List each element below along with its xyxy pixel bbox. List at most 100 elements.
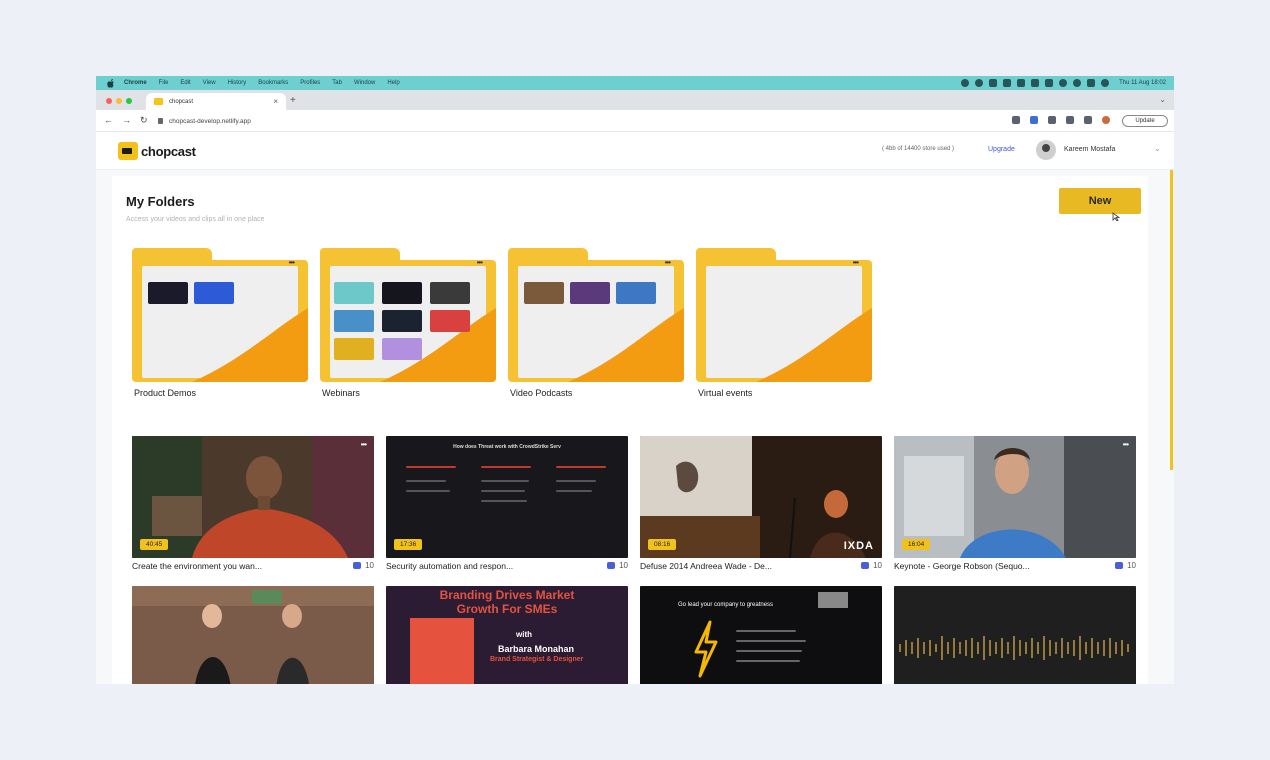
screen-icon[interactable]	[989, 79, 998, 87]
browser-tab[interactable]: chopcast ×	[146, 93, 286, 110]
share-icon[interactable]	[1012, 116, 1020, 124]
view-count-value: 10	[873, 561, 882, 570]
folder-card[interactable]: ••• Virtual events	[696, 248, 872, 398]
slide-line	[481, 500, 527, 502]
video-still	[132, 436, 374, 558]
bookmark-star-icon[interactable]	[1030, 116, 1038, 124]
more-options-icon[interactable]: •••	[665, 258, 671, 267]
profile-icon[interactable]	[1102, 116, 1110, 124]
more-options-icon[interactable]: •••	[477, 258, 483, 267]
chevron-down-icon[interactable]: ⌄	[1159, 95, 1166, 104]
view-count-value: 10	[619, 561, 628, 570]
avatar[interactable]	[1036, 140, 1056, 160]
speaker-role: Brand Strategist & Designer	[490, 656, 584, 663]
video-title[interactable]: Security automation and respon...	[386, 561, 586, 571]
video-thumbnail[interactable]: IXDA 08:16	[640, 436, 882, 558]
folder-card[interactable]: ••• Product Demos	[132, 248, 308, 398]
duration-badge: 17:36	[394, 539, 423, 550]
video-thumbnail[interactable]: Branding Drives Market Growth For SMEs w…	[386, 586, 628, 684]
menu-history[interactable]: History	[228, 80, 247, 86]
folder-card[interactable]: ••• Webinars	[320, 248, 496, 398]
reload-icon[interactable]: ↻	[140, 115, 148, 126]
slide-heading-line2: Growth For SMEs	[456, 602, 558, 616]
address-bar: ← → ↻ chopcast-develop.netlify.app Updat…	[96, 110, 1174, 132]
video-thumbnail[interactable]: 16:04 •••	[894, 436, 1136, 558]
mac-menu-bar: Chrome File Edit View History Bookmarks …	[96, 76, 1174, 90]
video-thumbnail[interactable]	[132, 586, 374, 684]
record-icon[interactable]	[961, 79, 970, 87]
folder-thumbnail	[382, 310, 422, 332]
folder-body	[132, 260, 308, 382]
wifi-icon[interactable]	[1059, 79, 1068, 87]
keyboard-icon[interactable]	[1003, 79, 1012, 87]
screen: Chrome File Edit View History Bookmarks …	[96, 76, 1174, 684]
video-thumbnail[interactable]: Go lead your company to greatness	[640, 586, 882, 684]
battery-icon[interactable]	[1031, 79, 1040, 87]
slide-line	[736, 630, 796, 632]
upgrade-link[interactable]: Upgrade	[988, 146, 1015, 153]
more-options-icon[interactable]: •••	[361, 440, 367, 449]
close-window-icon[interactable]	[106, 98, 112, 104]
update-button[interactable]: Update	[1122, 115, 1168, 127]
sidebar-icon[interactable]	[1084, 116, 1092, 124]
maximize-window-icon[interactable]	[126, 98, 132, 104]
user-name[interactable]: Kareem Mostafa	[1064, 146, 1115, 153]
video-title[interactable]: Defuse 2014 Andreea Wade - De...	[640, 561, 840, 571]
menu-edit[interactable]: Edit	[180, 80, 190, 86]
video-thumbnail[interactable]	[894, 586, 1136, 684]
new-tab-icon[interactable]: +	[290, 95, 296, 106]
control-center-icon[interactable]	[1087, 79, 1096, 87]
scrollbar[interactable]	[1170, 170, 1173, 470]
menu-view[interactable]: View	[203, 80, 216, 86]
volume-icon[interactable]	[1045, 79, 1054, 87]
new-button[interactable]: New	[1059, 188, 1141, 214]
extension-icon[interactable]	[1048, 116, 1056, 124]
menu-window[interactable]: Window	[354, 80, 375, 86]
menu-app-chrome[interactable]: Chrome	[124, 80, 147, 86]
chopcast-favicon-icon	[154, 98, 163, 105]
video-still	[132, 586, 374, 684]
minimize-window-icon[interactable]	[116, 98, 122, 104]
puzzle-icon[interactable]	[1066, 116, 1074, 124]
folder-wave	[192, 308, 308, 382]
forward-icon[interactable]: →	[122, 115, 131, 125]
view-count: 10	[353, 561, 374, 570]
menu-profiles[interactable]: Profiles	[300, 80, 320, 86]
video-thumbnail[interactable]: How does Threat work with CrowdStrike Se…	[386, 436, 628, 558]
folder-wave	[756, 308, 872, 382]
chopcast-logo-icon	[118, 142, 138, 160]
menu-bookmarks[interactable]: Bookmarks	[258, 80, 288, 86]
display-icon[interactable]	[1017, 79, 1026, 87]
folder-name: Webinars	[322, 388, 360, 398]
close-tab-icon[interactable]: ×	[273, 97, 278, 106]
folder-thumbnail	[148, 282, 188, 304]
video-thumbnail[interactable]: 40:45 •••	[132, 436, 374, 558]
views-icon	[353, 562, 362, 569]
search-icon[interactable]	[1073, 79, 1082, 87]
speaker-name: Barbara Monahan	[498, 644, 575, 654]
folder-thumbnail	[382, 282, 422, 304]
settings-status-icon[interactable]	[975, 79, 984, 87]
folder-thumbnail	[334, 310, 374, 332]
folder-thumbnail	[430, 310, 470, 332]
user-menu-chevron-icon[interactable]: ⌄	[1154, 144, 1161, 153]
menu-file[interactable]: File	[159, 80, 169, 86]
lock-icon[interactable]	[158, 118, 163, 124]
back-icon[interactable]: ←	[104, 115, 113, 125]
apple-icon[interactable]	[106, 78, 116, 88]
app-header: chopcast ( 4bb of 14400 store used ) Upg…	[96, 132, 1174, 170]
slide-photo	[410, 618, 474, 684]
folder-card[interactable]: ••• Video Podcasts	[508, 248, 684, 398]
folder-wave	[568, 308, 684, 382]
folder-body	[320, 260, 496, 382]
menu-tab[interactable]: Tab	[332, 80, 342, 86]
video-title[interactable]: Keynote - George Robson (Sequo...	[894, 561, 1094, 571]
siri-icon[interactable]	[1101, 79, 1110, 87]
more-options-icon[interactable]: •••	[1123, 440, 1129, 449]
more-options-icon[interactable]: •••	[853, 258, 859, 267]
more-options-icon[interactable]: •••	[289, 258, 295, 267]
video-title[interactable]: Create the environment you wan...	[132, 561, 332, 571]
url-field[interactable]: chopcast-develop.netlify.app	[158, 114, 998, 128]
brand-logo[interactable]: chopcast	[118, 142, 196, 160]
menu-help[interactable]: Help	[387, 80, 399, 86]
